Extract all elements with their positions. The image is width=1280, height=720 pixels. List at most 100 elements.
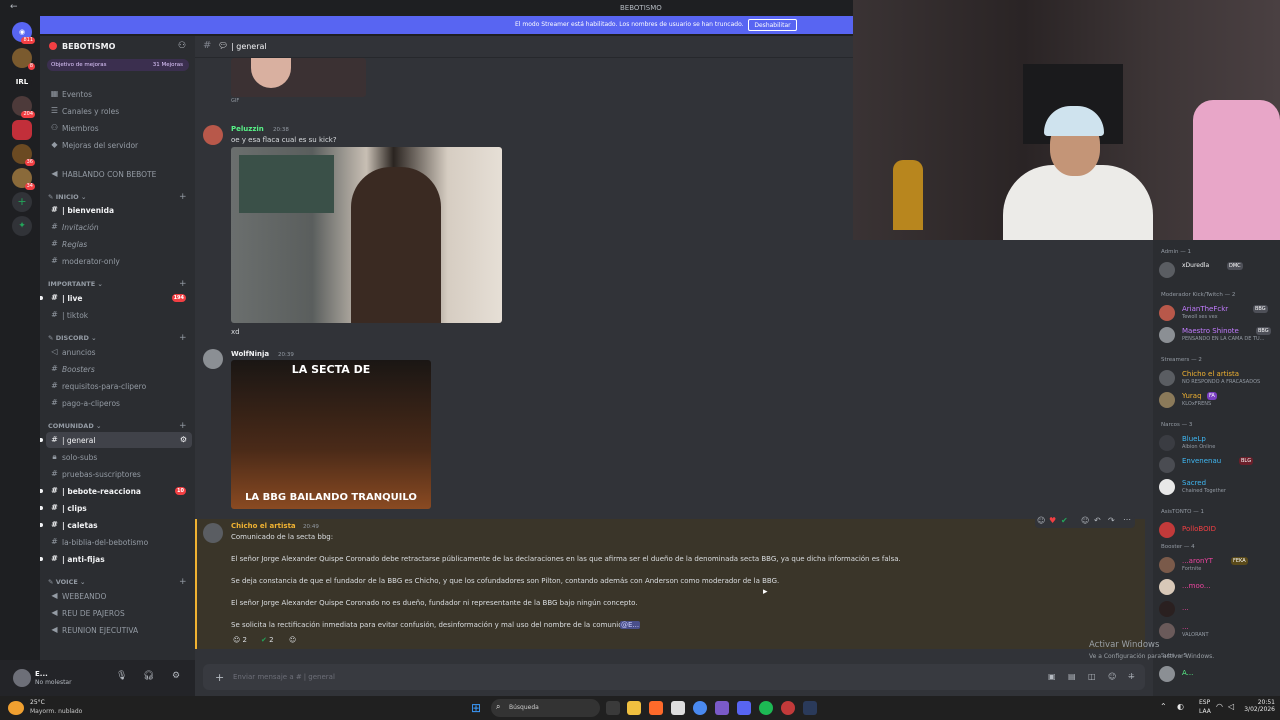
add-attachment-icon[interactable]: + (215, 671, 224, 684)
member-item[interactable]: Maestro Shinote PENSANDO EN LA CAMA DE TU… (1159, 325, 1277, 345)
meme-image[interactable]: LA SECTA DE LA BBG BAILANDO TRANQUILO (231, 360, 431, 509)
avatar[interactable] (203, 125, 223, 145)
apps-icon[interactable]: ⁜ (1128, 672, 1135, 681)
message-input-box[interactable]: + Enviar mensaje a # | general ▣ ▤ ◫ ☺ ⁜ (203, 664, 1145, 690)
member-item[interactable]: Sacred Chained Together (1159, 477, 1277, 497)
server-bebotismo[interactable] (12, 120, 32, 140)
disable-streamer-button[interactable]: Deshabilitar (748, 19, 797, 31)
channel-requisitos[interactable]: # requisitos-para-clipero (46, 378, 192, 394)
discover-icon[interactable]: ✦ (12, 216, 32, 236)
add-channel-icon[interactable]: + (179, 577, 187, 587)
server-icon[interactable]: 34 (12, 168, 35, 190)
check-icon[interactable]: ✔ (1061, 516, 1068, 525)
heart-icon[interactable]: ♥ (1049, 516, 1056, 525)
invite-icon[interactable]: ⚇ (178, 41, 186, 51)
avatar[interactable] (203, 349, 223, 369)
channel-caletas[interactable]: # | caletas (40, 517, 192, 533)
menu-members[interactable]: ⚇ Miembros (46, 120, 192, 136)
app-icon[interactable] (671, 701, 685, 715)
start-icon[interactable]: ⊞ (471, 701, 485, 715)
menu-server-boosts[interactable]: ◆ Mejoras del servidor (46, 137, 192, 153)
member-item[interactable]: xDuredla DMC (1159, 260, 1277, 280)
obs-icon[interactable] (781, 701, 795, 715)
volume-icon[interactable]: ◁ (1228, 702, 1234, 711)
channel-anti-fijas[interactable]: # | anti-fijas (40, 551, 192, 567)
more-icon[interactable]: ⋯ (1123, 515, 1131, 524)
message-author[interactable]: WolfNinja (231, 350, 269, 358)
hablando-con-bebote[interactable]: ◀ HABLANDO CON BEBOTE (46, 166, 192, 182)
channel-pago-a-cliperos[interactable]: # pago-a-cliperos (46, 395, 192, 411)
brave-icon[interactable] (649, 701, 663, 715)
channel-tiktok[interactable]: # | tiktok (46, 307, 192, 323)
add-server-icon[interactable]: + (12, 192, 32, 212)
channel-boosters[interactable]: # Boosters (46, 361, 192, 377)
clock[interactable]: 20:51 3/02/2026 (1243, 699, 1275, 713)
settings-icon[interactable]: ⚙ (180, 435, 187, 444)
file-explorer-icon[interactable] (627, 701, 641, 715)
chrome-icon[interactable] (693, 701, 707, 715)
microphone-icon[interactable]: 🎙︎ (116, 671, 127, 681)
add-channel-icon[interactable]: + (179, 279, 187, 289)
voice-reunion-ejecutiva[interactable]: ◀ REUNION EJECUTIVA (46, 622, 192, 638)
add-channel-icon[interactable]: + (179, 421, 187, 431)
language-code[interactable]: ESP (1199, 699, 1210, 706)
reply-icon[interactable]: ↶ (1094, 516, 1101, 525)
gift-icon[interactable]: ▣ (1048, 672, 1056, 681)
member-item[interactable]: ...moo... (1159, 577, 1277, 597)
category-voice[interactable]: ✎ VOICE ⌄ + (48, 577, 187, 587)
boost-goal-bar[interactable]: Objetivo de mejoras 31 Mejoras (47, 59, 189, 71)
headphones-icon[interactable]: 🎧︎ (143, 671, 154, 681)
channel-bienvenida[interactable]: # | bienvenida (46, 202, 192, 218)
channel-bebote-reacciona[interactable]: # | bebote-reacciona 10 (40, 483, 192, 499)
reaction-laugh[interactable]: ☺ 2 (233, 636, 247, 647)
image-attachment[interactable] (231, 58, 366, 97)
channel-anuncios[interactable]: ◁ anuncios (46, 344, 192, 360)
member-item[interactable]: Envenenau BLG (1159, 455, 1277, 475)
wifi-icon[interactable]: ◠ (1216, 702, 1223, 711)
spotify-icon[interactable] (759, 701, 773, 715)
channel-reglas[interactable]: # Reglas (46, 236, 192, 252)
channel-moderator-only[interactable]: # moderator-only (46, 253, 192, 269)
guild-header[interactable]: BEBOTISMO ⚇ (40, 36, 195, 58)
message-author[interactable]: Peluzzin (231, 125, 264, 133)
gif-icon[interactable]: ▤ (1068, 672, 1076, 681)
back-arrow-icon[interactable]: ← (10, 2, 18, 12)
channel-invitacion[interactable]: # Invitación (46, 219, 192, 235)
emoji-icon[interactable]: ☺ (1037, 516, 1045, 525)
voice-webeando[interactable]: ◀ WEBEANDO (46, 588, 192, 604)
steam-icon[interactable] (803, 701, 817, 715)
sticker-icon[interactable]: ◫ (1088, 672, 1096, 681)
tray-chevron-icon[interactable]: ⌃ (1160, 702, 1167, 711)
image-attachment[interactable] (231, 147, 502, 323)
server-icon[interactable]: 204 (12, 96, 35, 118)
channel-live[interactable]: # | live 194 (40, 290, 192, 306)
react-icon[interactable]: ☺ (1081, 516, 1089, 525)
member-item[interactable]: ... (1159, 599, 1277, 619)
teams-icon[interactable] (715, 701, 729, 715)
menu-channels-roles[interactable]: ☰ Canales y roles (46, 103, 192, 119)
category-comunidad[interactable]: COMUNIDAD ⌄ + (48, 421, 187, 431)
channel-clips[interactable]: # | clips (40, 500, 192, 516)
user-mention[interactable]: @E... (620, 621, 641, 629)
channel-solo-subs[interactable]: 🔒︎ solo-subs (46, 449, 192, 465)
member-item[interactable]: PolloBOID (1159, 520, 1277, 540)
member-item[interactable]: ArianTheFckr Tewoll ses vex BBG (1159, 303, 1277, 323)
member-item[interactable]: Chicho el artista NO RESPONDO A FRACASADO… (1159, 368, 1277, 388)
voice-reu-de-pajeros[interactable]: ◀ REU DE PAJEROS (46, 605, 192, 621)
member-item[interactable]: ... VALORANT (1159, 621, 1277, 641)
task-view-icon[interactable] (606, 701, 620, 715)
menu-events[interactable]: ▦ Eventos (46, 86, 192, 102)
category-importante[interactable]: IMPORTANTE ⌄ + (48, 279, 187, 289)
gear-icon[interactable]: ⚙ (172, 671, 180, 681)
direct-messages-button[interactable]: ◉ 811 (12, 22, 35, 44)
member-item[interactable]: Yuraq KLOxFRENS FA (1159, 390, 1277, 410)
member-item[interactable]: ...aronYT Fortnite FEKA (1159, 555, 1277, 575)
message-author[interactable]: Chicho el artista (231, 522, 296, 530)
server-irl[interactable]: IRL (12, 72, 32, 92)
reaction-check[interactable]: ✔ 2 (261, 636, 274, 647)
add-reaction-icon[interactable]: ☺ (289, 636, 296, 647)
add-channel-icon[interactable]: + (179, 192, 187, 202)
channel-la-biblia[interactable]: # la-biblia-del-bebotismo (46, 534, 192, 550)
forward-icon[interactable]: ↷ (1108, 516, 1115, 525)
headset-icon[interactable]: ◐ (1177, 702, 1184, 711)
